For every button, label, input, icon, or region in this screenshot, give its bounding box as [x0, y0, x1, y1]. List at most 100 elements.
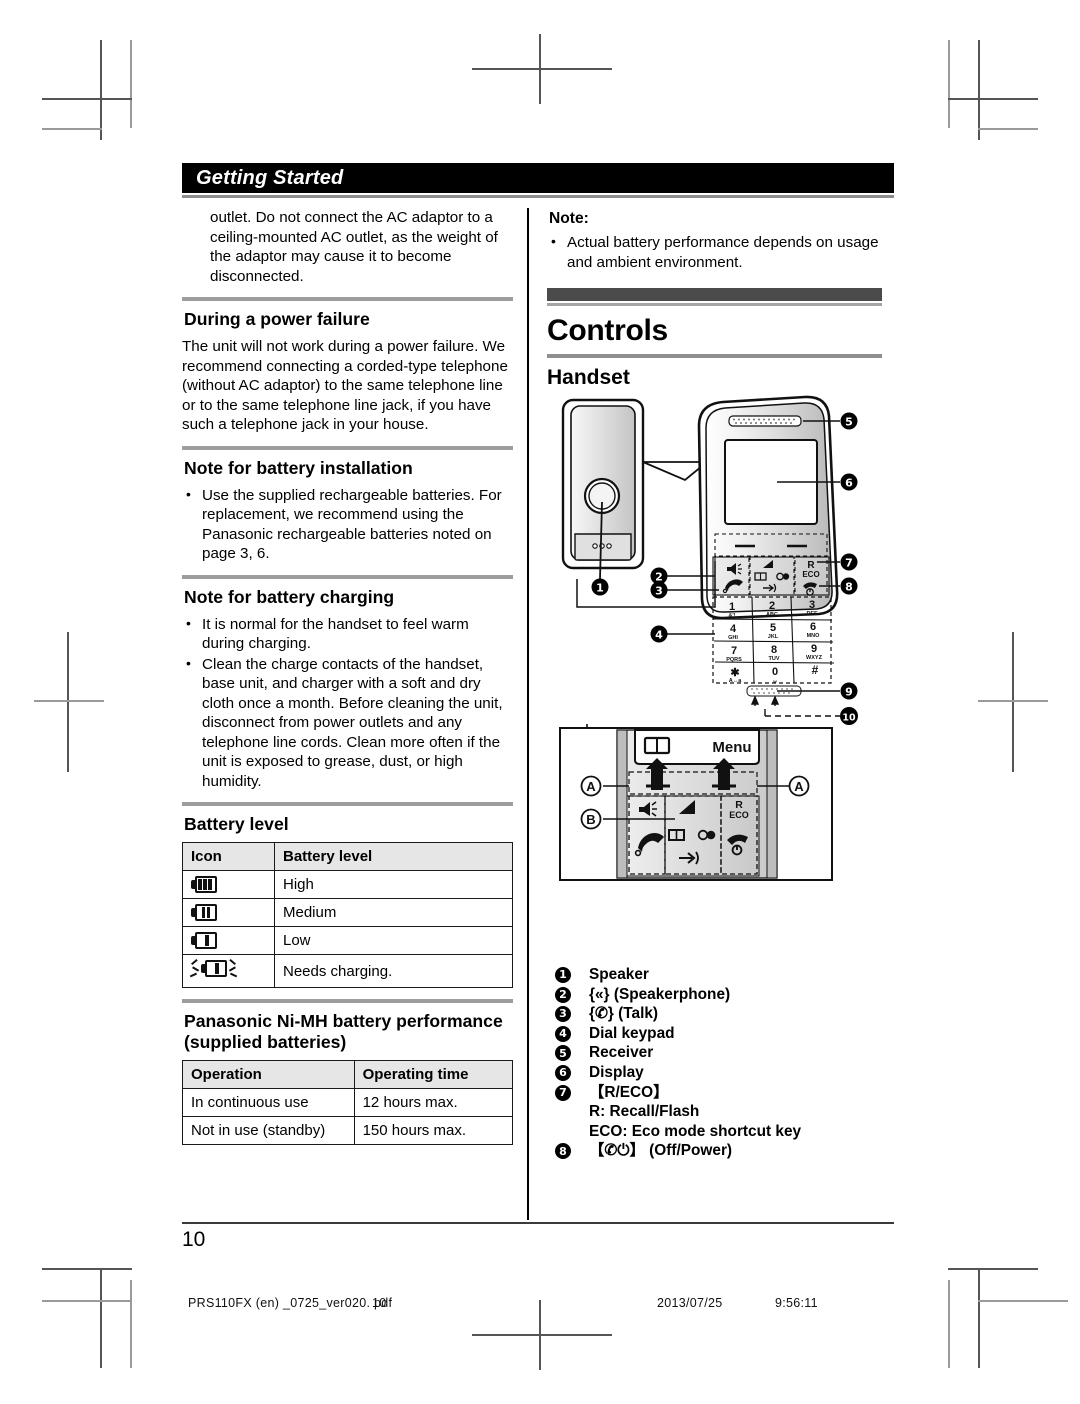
list-item: It is normal for the handset to feel war…: [182, 614, 513, 654]
list-item: Clean the charge contacts of the handset…: [182, 654, 513, 792]
crop-mark-mr-h: [978, 700, 1048, 702]
legend-label: Receiver: [589, 1044, 654, 1062]
section-divider: [182, 574, 513, 579]
legend-item-5: 5 Receiver: [547, 1043, 882, 1063]
svg-text:5: 5: [770, 622, 776, 634]
section-divider: [182, 802, 513, 806]
svg-text:8: 8: [845, 581, 853, 594]
print-page-number: 10: [372, 1296, 387, 1310]
intro-paragraph: outlet. Do not connect the AC adaptor to…: [210, 209, 498, 285]
svg-text:MNO: MNO: [807, 633, 821, 639]
crop-mark-tl-h2: [42, 128, 102, 130]
print-date: 2013/07/25: [657, 1296, 723, 1310]
callout-number: 7: [555, 1084, 571, 1101]
legend-label: Dial keypad: [589, 1024, 675, 1042]
running-head-bar: Getting Started: [182, 163, 894, 193]
dial-keypad: 1&'! 2ABC 3DEF 4GHI 5JKL 6MNO 7PQRS 8TUV…: [712, 596, 835, 684]
handset-front-view: R ECO 1&'! 2ABC 3DEF 4GHI 5JKL 6MNO 7PQR…: [697, 395, 839, 697]
crop-mark-tr-h2: [978, 128, 1038, 130]
svg-text:8: 8: [771, 644, 777, 656]
crop-mark-bl-h1: [42, 1268, 132, 1270]
crop-mark-bc-h: [472, 1334, 612, 1336]
table-header-row: Icon Battery level: [182, 842, 513, 871]
svg-text:3: 3: [655, 585, 663, 598]
battery-level-table: Icon Battery level High Medium Low Needs…: [182, 842, 513, 988]
legend-item-3: 3 {✆} (Talk): [547, 1004, 882, 1024]
operating-time-value: 12 hours max.: [353, 1088, 514, 1117]
legend-item-7: 7 【R/ECO】: [547, 1083, 882, 1103]
table-row: Medium: [182, 898, 513, 927]
svg-text:GHI: GHI: [728, 635, 738, 641]
svg-text:1: 1: [596, 582, 604, 595]
callout-number: 2: [555, 986, 571, 1003]
svg-text:9: 9: [811, 643, 817, 655]
battery-level-value: High: [274, 870, 513, 899]
svg-text:2: 2: [769, 600, 775, 612]
heading-battery-performance: Panasonic Ni-MH battery performance (sup…: [184, 1011, 503, 1052]
crop-mark-ml-h: [34, 700, 104, 702]
crop-mark-bl-h2: [42, 1300, 132, 1302]
list-item: Use the supplied rechargeable batteries.…: [182, 485, 513, 564]
battery-medium-icon: [182, 898, 275, 927]
column-header-operating-time: Operating time: [353, 1060, 514, 1089]
column-header-battery-level: Battery level: [274, 842, 513, 871]
legend-label: Speaker: [589, 966, 649, 983]
two-column-layout: outlet. Do not connect the AC adaptor to…: [182, 208, 894, 1220]
svg-text:1: 1: [729, 601, 735, 613]
chapter-bar: [547, 288, 882, 301]
battery-installation-bullets: Use the supplied rechargeable batteries.…: [182, 485, 513, 564]
svg-text:A: A: [586, 779, 596, 794]
svg-text:6: 6: [810, 621, 816, 633]
print-file-name: PRS110FX (en) _0725_ver020. pdf: [188, 1296, 393, 1310]
legend-label: 【R/ECO】: [589, 1083, 669, 1101]
left-column: outlet. Do not connect the AC adaptor to…: [182, 208, 527, 1220]
manual-page: Getting Started outlet. Do not connect t…: [182, 163, 894, 1225]
print-time: 9:56:11: [775, 1296, 818, 1310]
handset-figure-svg: R ECO 1&'! 2ABC 3DEF 4GHI 5JKL 6MNO 7PQR…: [559, 395, 858, 881]
svg-text:A: A: [794, 779, 804, 794]
svg-text:PQRS: PQRS: [726, 657, 742, 663]
legend-label: {«} (Speakerphone): [589, 985, 731, 1003]
svg-text:9: 9: [845, 686, 853, 699]
legend-subline-recall: R: Recall/Flash: [589, 1103, 700, 1121]
battery-performance-table: Operation Operating time In continuous u…: [182, 1060, 514, 1145]
legend-item-2: 2 {«} (Speakerphone): [547, 985, 882, 1005]
page-title: Getting Started: [196, 166, 344, 189]
svg-text:␣: ␣: [773, 677, 777, 683]
battery-level-value: Needs charging.: [274, 954, 513, 988]
crop-mark-tl-v1: [100, 40, 102, 140]
right-column: Note: Actual battery performance depends…: [537, 208, 882, 1220]
legend-item-4: 4 Dial keypad: [547, 1024, 882, 1044]
table-row: Low: [182, 926, 513, 955]
svg-text:7: 7: [731, 645, 737, 657]
handset-diagram: R ECO 1 &'! 2 ABC 3 DEF 4 GHI 5 JKL 6 MN…: [547, 394, 892, 959]
header-rule: [182, 195, 894, 198]
table-header-row: Operation Operating time: [182, 1060, 514, 1089]
legend-item-8: 8 【✆⏻】 (Off/Power): [547, 1141, 882, 1161]
svg-text:WXYZ: WXYZ: [806, 655, 823, 661]
svg-text:#: #: [812, 663, 819, 677]
svg-text:DEF: DEF: [807, 611, 819, 617]
legend-label: 【✆⏻】 (Off/Power): [589, 1142, 733, 1160]
crop-mark-tr-v2: [948, 40, 950, 128]
crop-mark-br-h1: [948, 1268, 1038, 1270]
svg-text:7: 7: [845, 557, 853, 570]
svg-text:5: 5: [845, 416, 853, 429]
svg-text:A↔a: A↔a: [729, 678, 742, 684]
heading-during-power-failure: During a power failure: [184, 309, 370, 329]
handset-legend-list-cont: 8 【✆⏻】 (Off/Power): [547, 1141, 882, 1161]
crop-mark-br-h2: [978, 1300, 1068, 1302]
heading-battery-level: Battery level: [184, 814, 289, 834]
section-divider: [182, 999, 513, 1003]
svg-text:ECO: ECO: [802, 570, 819, 579]
battery-low-icon: [182, 926, 275, 955]
handset-back-view: [561, 398, 645, 570]
crop-mark-br-v2: [948, 1280, 950, 1368]
chapter-title: Controls: [547, 314, 668, 347]
column-header-operation: Operation: [182, 1060, 355, 1089]
callout-number: 5: [555, 1045, 571, 1062]
table-row: Not in use (standby) 150 hours max.: [182, 1116, 514, 1145]
view-pointer-wedge: [642, 461, 710, 482]
column-divider: [527, 208, 529, 1220]
battery-charging-bullets: It is normal for the handset to feel war…: [182, 614, 513, 792]
